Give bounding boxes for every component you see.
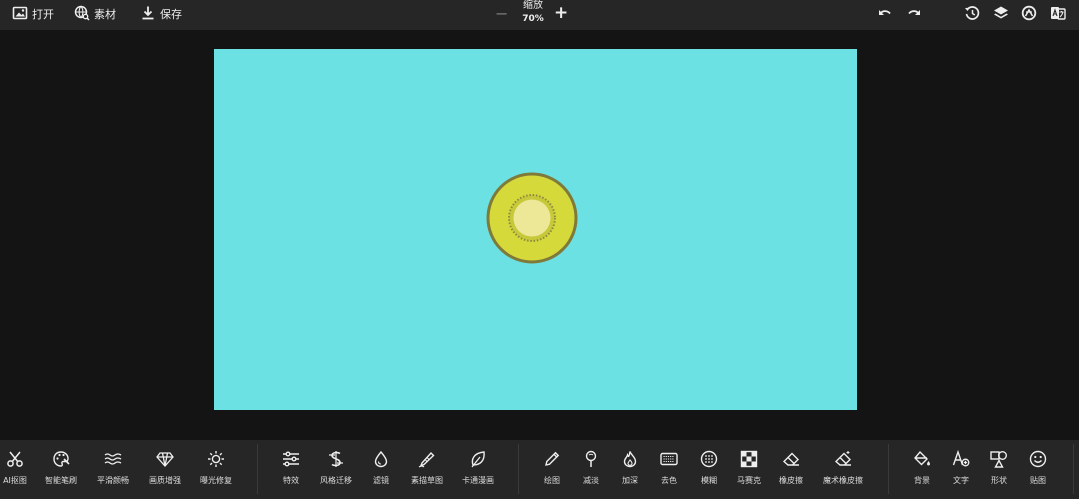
style-transfer-icon (327, 450, 345, 468)
translate-icon[interactable] (1050, 5, 1066, 21)
desaturate-icon (660, 450, 678, 468)
top-toolbar: 打开 素材 保存 − 缩放 70% + (0, 0, 1079, 30)
pen-sketch-icon (418, 450, 436, 468)
open-label: 打开 (32, 8, 54, 21)
tool-label: 曝光修复 (200, 476, 232, 485)
pencil-icon (543, 450, 561, 468)
sticker-icon (1029, 450, 1047, 468)
material-label: 素材 (94, 8, 116, 21)
waves-icon (104, 450, 122, 468)
material-button[interactable]: 素材 (74, 0, 116, 28)
tool-label: 橡皮擦 (779, 476, 803, 485)
palette-icon (52, 450, 70, 468)
diamond-icon (156, 450, 174, 468)
layers-icon[interactable] (993, 5, 1009, 21)
magic-eraser-icon (834, 450, 852, 468)
tool-smart-brush[interactable]: 智能笔刷 (31, 450, 91, 486)
sliders-icon (282, 450, 300, 468)
image-canvas[interactable] (214, 49, 857, 410)
text-add-icon (952, 450, 970, 468)
toolbar-divider (1073, 444, 1074, 494)
toolbar-divider (888, 444, 889, 494)
open-button[interactable]: 打开 (12, 0, 54, 28)
tool-cartoon[interactable]: 卡通漫画 (448, 450, 508, 486)
toolbar-divider (518, 444, 519, 494)
download-icon (140, 5, 156, 24)
history-icon[interactable] (964, 5, 980, 21)
bottom-toolbar: AI抠图 智能笔刷 平滑颜畅 画质增强 曝光修复 特效 风格迁移 滤镜 素描草图… (0, 440, 1079, 499)
adjust-icon[interactable] (1021, 5, 1037, 21)
zoom-label: 缩放 (523, 0, 543, 11)
save-button[interactable]: 保存 (140, 0, 182, 28)
mosaic-icon (740, 450, 758, 468)
flame-icon (621, 450, 639, 468)
undo-icon[interactable] (877, 5, 893, 21)
sun-icon (207, 450, 225, 468)
globe-search-icon (74, 5, 90, 24)
tool-label: 智能笔刷 (45, 476, 77, 485)
dodge-icon (582, 450, 600, 468)
tool-smooth[interactable]: 平滑颜畅 (83, 450, 143, 486)
zoom-in-button[interactable]: + (554, 3, 568, 23)
kiwi-slice-image (486, 172, 578, 264)
tool-label: 平滑颜畅 (97, 476, 129, 485)
save-label: 保存 (160, 8, 182, 21)
tool-label: 贴图 (1030, 476, 1046, 485)
leaf-icon (469, 450, 487, 468)
toolbar-divider (257, 444, 258, 494)
image-icon (12, 5, 28, 24)
tool-label: 魔术橡皮擦 (823, 476, 863, 485)
redo-icon[interactable] (906, 5, 922, 21)
tool-magic-eraser[interactable]: 魔术橡皮擦 (813, 450, 873, 486)
shapes-icon (990, 450, 1008, 468)
tool-eraser[interactable]: 橡皮擦 (761, 450, 821, 486)
blur-icon (700, 450, 718, 468)
zoom-value: 70% (522, 14, 544, 24)
zoom-out-button[interactable]: − (495, 4, 508, 23)
paint-bucket-icon (913, 450, 931, 468)
drop-icon (372, 450, 390, 468)
tool-label: 卡通漫画 (462, 476, 494, 485)
scissors-icon (6, 450, 24, 468)
eraser-icon (782, 450, 800, 468)
tool-sticker[interactable]: 贴图 (1008, 450, 1068, 486)
tool-exposure-fix[interactable]: 曝光修复 (186, 450, 246, 486)
zoom-control: − 缩放 70% + (495, 0, 570, 30)
